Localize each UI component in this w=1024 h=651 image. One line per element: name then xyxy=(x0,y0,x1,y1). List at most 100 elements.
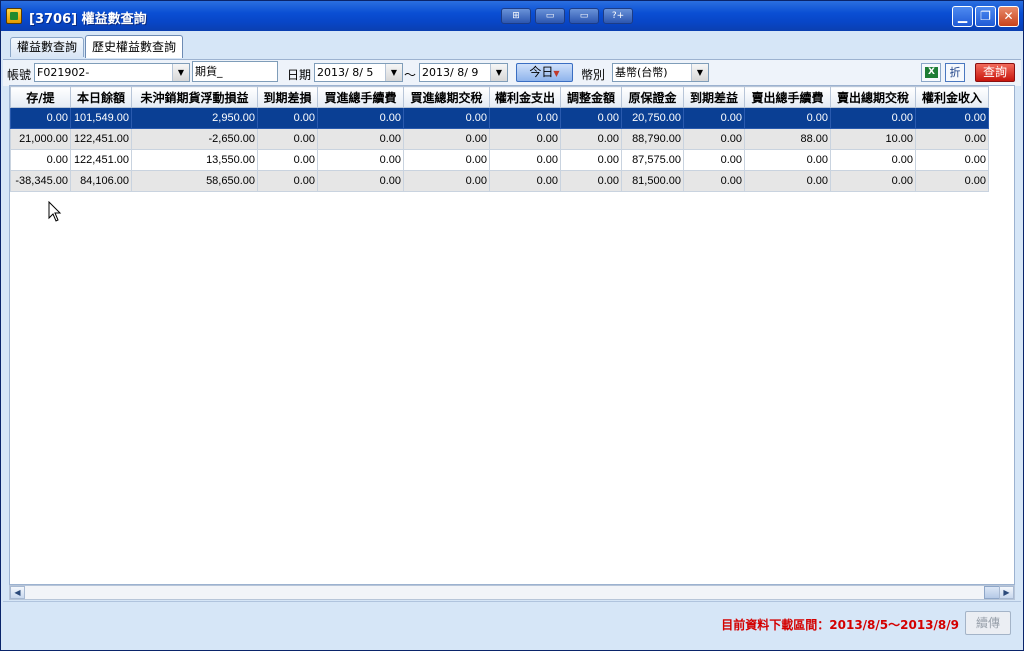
table-cell[interactable]: 0.00 xyxy=(489,128,561,150)
arrange-windows-button[interactable]: ▭ xyxy=(569,8,599,24)
table-cell[interactable]: 0.00 xyxy=(257,107,318,129)
table-cell[interactable]: 20,750.00 xyxy=(621,107,684,129)
table-cell[interactable]: 0.00 xyxy=(560,128,622,150)
table-cell[interactable]: 0.00 xyxy=(744,107,831,129)
table-cell[interactable]: 0.00 xyxy=(560,107,622,129)
table-cell[interactable]: 0.00 xyxy=(257,149,318,171)
cascade-windows-button[interactable]: ▭ xyxy=(535,8,565,24)
scroll-left-icon[interactable]: ◀ xyxy=(10,586,25,599)
caret-down-icon: ▼ xyxy=(553,69,560,78)
export-excel-button[interactable]: X xyxy=(921,63,941,82)
column-header[interactable]: 買進總手續費 xyxy=(317,86,404,108)
table-cell[interactable]: 0.00 xyxy=(403,170,490,192)
table-cell[interactable]: 0.00 xyxy=(317,170,404,192)
chevron-down-icon[interactable]: ▼ xyxy=(691,64,708,81)
tab-equity-query[interactable]: 權益數查詢 xyxy=(10,37,85,57)
table-cell[interactable]: 122,451.00 xyxy=(70,128,132,150)
table-cell[interactable]: 0.00 xyxy=(830,107,916,129)
tab-history-equity-query[interactable]: 歷史權益數查詢 xyxy=(85,35,184,58)
table-cell[interactable]: 122,451.00 xyxy=(70,149,132,171)
table-cell[interactable]: 0.00 xyxy=(10,149,71,171)
table-cell[interactable]: 0.00 xyxy=(317,107,404,129)
table-cell[interactable]: 0.00 xyxy=(915,107,989,129)
table-cell[interactable]: 84,106.00 xyxy=(70,170,132,192)
table-cell[interactable]: 0.00 xyxy=(830,149,916,171)
table-cell[interactable]: 0.00 xyxy=(317,149,404,171)
table-cell[interactable]: 0.00 xyxy=(683,170,745,192)
table-cell[interactable]: 0.00 xyxy=(10,107,71,129)
table-cell[interactable]: 0.00 xyxy=(683,149,745,171)
table-cell[interactable]: 101,549.00 xyxy=(70,107,132,129)
close-button[interactable]: ✕ xyxy=(998,6,1019,27)
table-cell[interactable]: 88.00 xyxy=(744,128,831,150)
product-input[interactable]: 期貨_ xyxy=(192,61,278,82)
maximize-button[interactable]: ❐ xyxy=(975,6,996,27)
table-row[interactable]: 0.00 122,451.00 13,550.00 0.00 0.00 0.00 0.00 0… xyxy=(10,149,989,171)
date-to-picker[interactable]: 2013/ 8/ 9 ▼ xyxy=(419,63,508,82)
column-header[interactable]: 賣出總手續費 xyxy=(744,86,831,108)
table-cell[interactable]: -38,345.00 xyxy=(10,170,71,192)
column-header[interactable]: 權利金收入 xyxy=(915,86,989,108)
table-cell[interactable]: 0.00 xyxy=(257,128,318,150)
column-header[interactable]: 到期差損 xyxy=(257,86,318,108)
table-cell[interactable]: 21,000.00 xyxy=(10,128,71,150)
horizontal-scrollbar[interactable]: ◀ ▶ xyxy=(9,585,1015,600)
table-cell[interactable]: 0.00 xyxy=(683,107,745,129)
table-cell[interactable]: 58,650.00 xyxy=(131,170,258,192)
fold-button[interactable]: 折 xyxy=(945,63,965,82)
equity-table: 存/提 本日餘額 未沖銷期貨浮動損益 到期差損 買進總手續費 買進總期交稅 權利金支出 調整金… xyxy=(10,86,989,192)
table-cell[interactable]: 0.00 xyxy=(489,149,561,171)
table-cell[interactable]: 0.00 xyxy=(403,149,490,171)
title-bar[interactable]: [3706] 權益數查詢 ⊞ ▭ ▭ ?+ ▁ ❐ ✕ xyxy=(1,1,1023,31)
table-row[interactable]: -38,345.00 84,106.00 58,650.00 0.00 0.00 0.00… xyxy=(10,170,989,192)
column-header[interactable]: 未沖銷期貨浮動損益 xyxy=(131,86,258,108)
date-from-picker[interactable]: 2013/ 8/ 5 ▼ xyxy=(314,63,403,82)
column-header[interactable]: 原保證金 xyxy=(621,86,684,108)
resume-button[interactable]: 續傳 xyxy=(965,611,1011,635)
table-cell[interactable]: 13,550.00 xyxy=(131,149,258,171)
table-cell[interactable]: 0.00 xyxy=(915,149,989,171)
query-button[interactable]: 查詢 xyxy=(975,63,1015,82)
table-row[interactable]: 21,000.00 122,451.00 -2,650.00 0.00 0.00 0.00… xyxy=(10,128,989,150)
table-cell[interactable]: 0.00 xyxy=(489,170,561,192)
chevron-down-icon[interactable]: ▼ xyxy=(172,64,189,81)
table-cell[interactable]: -2,650.00 xyxy=(131,128,258,150)
table-cell[interactable]: 0.00 xyxy=(403,128,490,150)
chevron-down-icon[interactable]: ▼ xyxy=(385,64,402,81)
table-cell[interactable]: 10.00 xyxy=(830,128,916,150)
table-row[interactable]: 0.00 101,549.00 2,950.00 0.00 0.00 0.00 0.00 0.… xyxy=(10,107,989,129)
column-header[interactable]: 調整金額 xyxy=(560,86,622,108)
tile-windows-button[interactable]: ⊞ xyxy=(501,8,531,24)
column-header[interactable]: 本日餘額 xyxy=(70,86,132,108)
table-cell[interactable]: 0.00 xyxy=(317,128,404,150)
scroll-right-icon[interactable]: ▶ xyxy=(999,586,1014,599)
scrollbar-thumb[interactable] xyxy=(984,586,1000,599)
table-cell[interactable]: 0.00 xyxy=(403,107,490,129)
table-cell[interactable]: 0.00 xyxy=(489,107,561,129)
table-cell[interactable]: 0.00 xyxy=(915,128,989,150)
table-cell[interactable]: 81,500.00 xyxy=(621,170,684,192)
minimize-button[interactable]: ▁ xyxy=(952,6,973,27)
table-cell[interactable]: 0.00 xyxy=(744,170,831,192)
column-header[interactable]: 權利金支出 xyxy=(489,86,561,108)
currency-select[interactable]: 基幣(台幣) ▼ xyxy=(612,63,709,82)
column-header[interactable]: 賣出總期交稅 xyxy=(830,86,916,108)
table-cell[interactable]: 0.00 xyxy=(915,170,989,192)
table-cell[interactable]: 87,575.00 xyxy=(621,149,684,171)
chevron-down-icon[interactable]: ▼ xyxy=(490,64,507,81)
help-button[interactable]: ?+ xyxy=(603,8,633,24)
column-header[interactable]: 存/提 xyxy=(10,86,71,108)
column-header[interactable]: 買進總期交稅 xyxy=(403,86,490,108)
today-button[interactable]: 今日▼ xyxy=(516,63,573,82)
equity-grid[interactable]: 存/提 本日餘額 未沖銷期貨浮動損益 到期差損 買進總手續費 買進總期交稅 權利金支出 調整金… xyxy=(9,85,1015,585)
table-cell[interactable]: 0.00 xyxy=(683,128,745,150)
table-cell[interactable]: 88,790.00 xyxy=(621,128,684,150)
table-cell[interactable]: 0.00 xyxy=(560,170,622,192)
column-header[interactable]: 到期差益 xyxy=(683,86,745,108)
account-select[interactable]: F021902- ▼ xyxy=(34,63,190,82)
table-cell[interactable]: 0.00 xyxy=(560,149,622,171)
table-cell[interactable]: 2,950.00 xyxy=(131,107,258,129)
table-cell[interactable]: 0.00 xyxy=(830,170,916,192)
table-cell[interactable]: 0.00 xyxy=(744,149,831,171)
table-cell[interactable]: 0.00 xyxy=(257,170,318,192)
